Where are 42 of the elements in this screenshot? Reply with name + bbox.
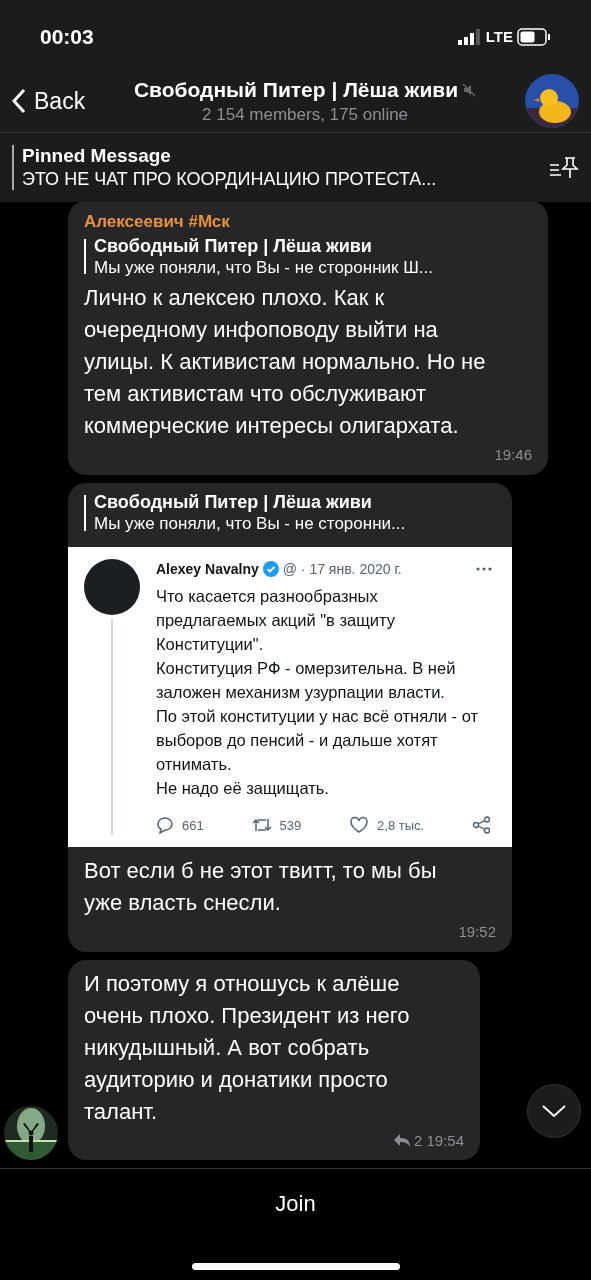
reply-icon bbox=[394, 1134, 411, 1148]
retweet-count: 539 bbox=[279, 816, 302, 835]
chevron-left-icon bbox=[12, 88, 26, 114]
comment-icon[interactable] bbox=[156, 816, 174, 835]
pinned-bar[interactable]: Pinned Message ЭТО НЕ ЧАТ ПРО КООРДИНАЦИЮ ПРОТЕСТА... bbox=[0, 132, 591, 202]
network-label: LTE bbox=[485, 26, 513, 47]
chat-title: Свободный Питер | Лёша живи bbox=[133, 77, 459, 104]
pinned-label: Pinned Message bbox=[22, 144, 172, 169]
back-button[interactable]: Back bbox=[12, 83, 86, 119]
message-text: Лично к алексею плохо. Как к очередному инфоповоду выйти на улицы. К активистам нормально. Но не тем активистам что обслуживают коммерческие интересы олигархата. bbox=[84, 284, 487, 441]
message-time: 19:54 bbox=[426, 1130, 464, 1151]
tweet-author: Alexey Navalny bbox=[156, 559, 259, 579]
heart-icon[interactable] bbox=[349, 816, 370, 835]
chat-subtitle: 2 154 members, 175 online bbox=[202, 103, 409, 125]
join-button[interactable]: Join bbox=[251, 1183, 340, 1224]
chevron-down-icon bbox=[541, 1104, 567, 1118]
scroll-down-button[interactable] bbox=[527, 1084, 581, 1138]
reply-count: 661 bbox=[182, 816, 204, 835]
reply-text: Мы уже поняли, что Вы - не сторонни... bbox=[94, 513, 406, 535]
retweet-icon[interactable] bbox=[251, 817, 272, 834]
reply-author: Свободный Питер | Лёша живи bbox=[94, 490, 373, 514]
tweet-text: По этой конституции у нас всё отняли - от выборов до пенсий - и дальше хотят отнимать. bbox=[156, 705, 480, 775]
message-time: 19:52 bbox=[458, 922, 496, 942]
status-time: 00:03 bbox=[40, 24, 94, 51]
share-icon[interactable] bbox=[472, 816, 492, 835]
tweet-text: Конституция РФ - омерзительна. В ней заложен механизм узурпации власти. bbox=[156, 657, 457, 703]
battery-icon bbox=[517, 28, 551, 46]
sender-name: Алексеевич #Мск bbox=[84, 211, 231, 233]
pinned-text: ЭТО НЕ ЧАТ ПРО КООРДИНАЦИЮ ПРОТЕСТА... bbox=[22, 168, 438, 191]
reply-count: 2 bbox=[414, 1130, 423, 1151]
message-text: И поэтому я отношусь к алёше очень плохо. Президент из него никудышный. А вот собрать аудиторию и донатики просто талант. bbox=[84, 969, 411, 1126]
message-text: Вот если б не этот твитт, то мы бы уже власть снесли. bbox=[84, 857, 438, 917]
message-time: 19:46 bbox=[494, 445, 532, 466]
tweet-meta: @ · 17 янв. 2020 г. bbox=[282, 559, 402, 579]
like-count: 2,8 тыс. bbox=[377, 816, 425, 835]
signal-icon bbox=[457, 29, 482, 45]
pin-list-icon[interactable] bbox=[549, 154, 579, 181]
reply-author: Свободный Питер | Лёша живи bbox=[94, 234, 373, 257]
reply-text: Мы уже поняли, что Вы - не сторонник Ш... bbox=[94, 257, 433, 279]
tweet-text: Не надо её защищать. bbox=[156, 777, 330, 799]
tweet-text: Что касается разнообразных предлагаемых акций "в защиту Конституции". bbox=[156, 585, 396, 655]
more-icon[interactable] bbox=[476, 567, 492, 571]
